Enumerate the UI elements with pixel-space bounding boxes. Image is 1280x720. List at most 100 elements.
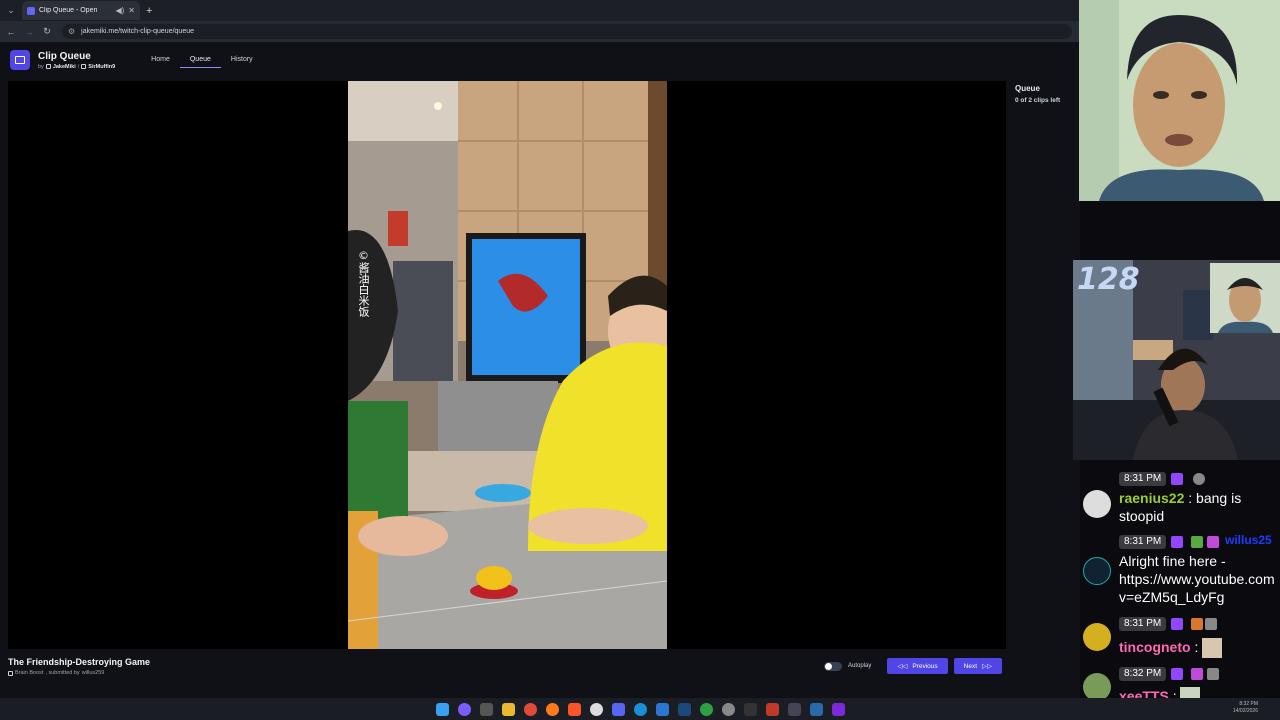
chat-text: xeeTTS : [1119,687,1201,698]
app-title: Clip Queue [38,50,91,62]
site-info-icon[interactable]: ⚙ [68,27,75,36]
epic-games-icon[interactable] [743,702,757,716]
clip-queue-favicon-icon [27,6,35,15]
queue-title: Queue [1015,84,1040,93]
chat-message: 8:32 PM xeeTTS : [1073,667,1280,698]
webcam-overlay [1079,0,1280,201]
app-logo-icon[interactable] [10,50,30,70]
previous-button[interactable]: ◁◁ Previous [887,658,948,674]
windows-start-icon[interactable] [435,702,449,716]
tool-icon[interactable] [787,702,801,716]
clip-video-frame [348,81,667,649]
fast-forward-icon: ▷▷ [982,663,993,670]
queue-count: 0 of 2 clips left [1015,97,1061,104]
chat-message: 8:31 PM willus25 Alright fine here - htt… [1073,533,1280,613]
nav-queue[interactable]: Queue [179,52,221,68]
settings-icon[interactable] [721,702,735,716]
steam-icon[interactable] [677,702,691,716]
chrome-icon[interactable] [523,702,537,716]
chat-colon: : [1188,490,1197,506]
screen: ⌄ Clip Queue - Open ◀) ✕ + ← → ↻ ⚙ jakem… [0,0,1280,720]
emote-badge-icon [1191,618,1203,630]
streamer-cam: 128 [1073,260,1280,460]
credits-separator: / [77,63,80,70]
nav-home[interactable]: Home [141,52,180,68]
chat-message: 8:31 PM raenius22 : bang is stoopid [1073,472,1280,530]
firefox-icon[interactable] [545,702,559,716]
twitch-icon [81,64,87,69]
twitch-badge-icon [1171,536,1183,548]
clip-video[interactable]: ©酱油白米饭 [348,81,667,649]
emote-badge-icon [1191,536,1203,548]
clock-date: 14/02/2026 [1232,708,1258,714]
calendar-icon[interactable] [765,702,779,716]
channel-link[interactable]: SirMuffin9 [88,64,115,70]
chat-message-line: bang is [1196,490,1242,506]
webcam-image [1079,0,1280,201]
obs-next-icon[interactable] [831,702,845,716]
clip-queue-app: Clip Queue by JakeMiki / SirMuffin9 Home… [0,42,1080,700]
submitted-by-label: , submitted by [45,670,80,676]
video-player[interactable]: ©酱油白米饭 [8,81,1006,649]
chat-message: 8:31 PM tincogneto : [1073,617,1280,659]
xbox-icon[interactable] [699,702,713,716]
chatgpt-icon[interactable] [589,702,603,716]
chat-timestamp: 8:31 PM [1119,617,1167,631]
ccleaner-icon[interactable] [633,702,647,716]
brave-icon[interactable] [567,702,581,716]
chat-message-line: Alright fine here - [1119,553,1226,569]
next-button[interactable]: Next ▷▷ [953,658,1003,674]
emote-image-icon [1180,687,1201,698]
chat-message-line-2: https://www.youtube.com [1119,571,1275,587]
url-text: jakemiki.me/twitch-clip-queue/queue [81,28,195,35]
emote-image-icon [1202,638,1223,659]
author-link[interactable]: JakeMiki [53,64,76,70]
browser-tabstrip: ⌄ Clip Queue - Open ◀) ✕ + [0,0,1080,21]
app-header: Clip Queue by JakeMiki / SirMuffin9 Home… [0,42,1080,78]
browser-tab[interactable]: Clip Queue - Open ◀) ✕ [22,1,140,20]
emote-badge-icon [1193,473,1205,485]
browser-toolbar: ← → ↻ ⚙ jakemiki.me/twitch-clip-queue/qu… [0,21,1080,42]
new-tab-icon[interactable]: + [146,5,152,17]
autoplay-toggle[interactable] [824,661,842,671]
nav-history[interactable]: History [221,52,263,68]
clip-info: The Friendship-Destroying Game Brain Boo… [8,657,150,676]
next-label: Next [963,662,978,670]
steam-app-icon[interactable] [809,702,823,716]
address-bar[interactable]: ⚙ jakemiki.me/twitch-clip-queue/queue [62,24,1072,39]
chat-username: xeeTTS [1119,688,1169,698]
clip-title: The Friendship-Destroying Game [8,657,151,667]
tab-title: Clip Queue - Open [39,7,98,14]
taskbar: 8:32 PM 14/02/2026 [0,698,1280,720]
reload-icon[interactable]: ↻ [40,25,54,39]
clip-meta: Brain Boost , submitted by willus259 [8,670,150,676]
app-credits: by JakeMiki / SirMuffin9 [38,64,115,70]
category-icon [8,670,13,676]
sub-badge-icon [1191,668,1203,680]
browser-icon[interactable] [655,702,669,716]
chat-timestamp: 8:32 PM [1119,667,1167,681]
player-controls: Autoplay ◁◁ Previous Next ▷▷ [824,658,1003,674]
previous-label: Previous [912,662,938,670]
game-controller-icon[interactable] [479,702,493,716]
forward-icon[interactable]: → [22,25,36,39]
speaker-icon[interactable]: ◀) [115,6,124,15]
system-clock[interactable]: 8:32 PM 14/02/2026 [1233,701,1258,715]
tab-search-icon[interactable]: ⌄ [2,2,20,20]
chat-message-line-3: v=eZM5q_LdyFg [1119,589,1225,605]
copilot-icon[interactable] [457,702,471,716]
file-explorer-icon[interactable] [501,702,515,716]
chat-colon: : [1194,639,1199,655]
chat-text: tincogneto : [1119,638,1223,659]
by-label: by [38,63,44,70]
twitch-badge-icon [1171,668,1183,680]
discord-icon[interactable] [611,702,625,716]
emote-badge-icon [1207,668,1219,680]
app-title-block: Clip Queue by JakeMiki / SirMuffin9 [38,51,115,70]
chat-username: willus25 [1225,533,1272,547]
chat-colon: : [1172,688,1177,698]
back-icon[interactable]: ← [4,25,18,39]
close-tab-icon[interactable]: ✕ [128,6,135,15]
user-avatar [1083,557,1111,585]
user-avatar [1083,623,1111,651]
